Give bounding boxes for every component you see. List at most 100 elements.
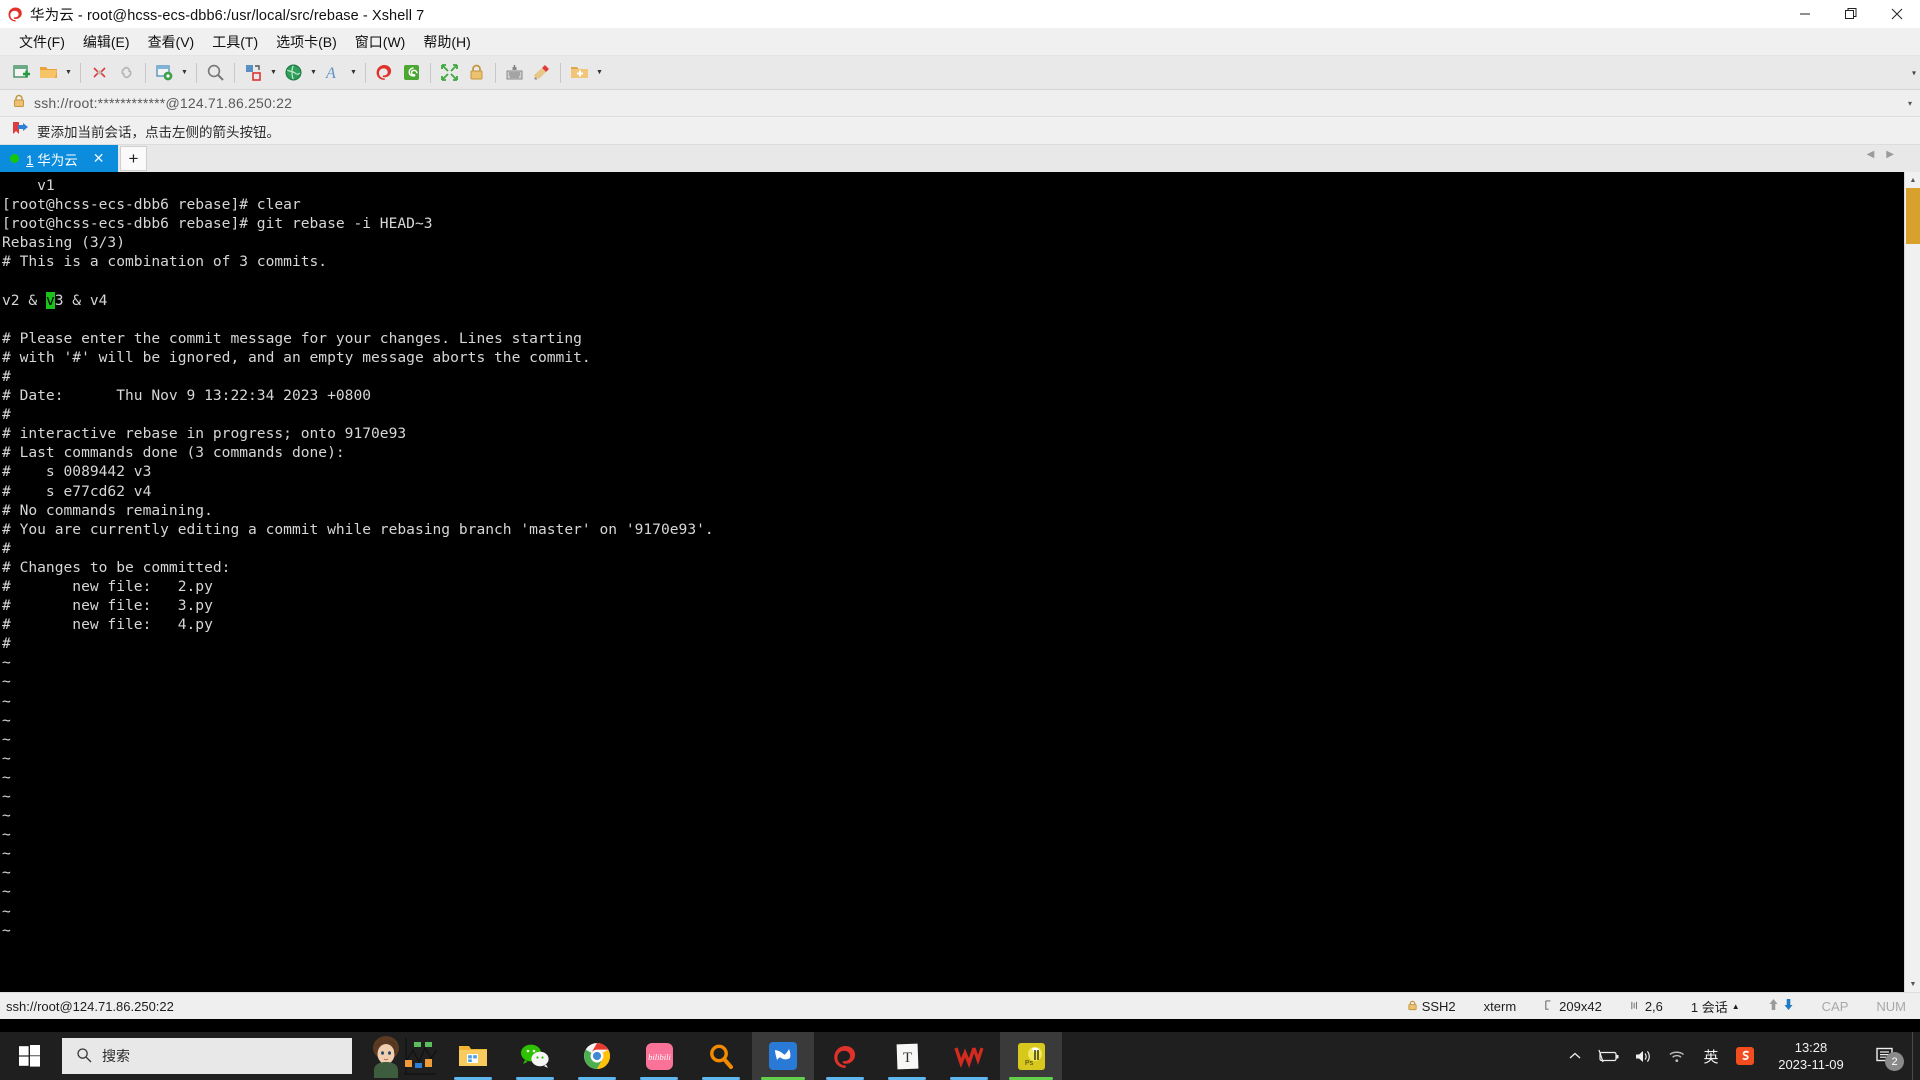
add-note-icon[interactable] xyxy=(566,60,593,86)
terminal-line: ~ xyxy=(2,730,11,748)
terminal-line: ~ xyxy=(2,654,11,672)
terminal-line: [root@hcss-ecs-dbb6 rebase]# clear xyxy=(2,196,301,214)
address-input[interactable]: ssh://root:************@124.71.86.250:22 xyxy=(34,95,292,111)
terminal-line: # s e77cd62 v4 xyxy=(2,482,152,500)
chevron-up-icon: ▲ xyxy=(1731,1001,1740,1011)
highlight-icon[interactable] xyxy=(528,60,555,86)
tab-close-icon[interactable]: ✕ xyxy=(93,150,105,167)
taskbar-app-wechat[interactable] xyxy=(504,1032,566,1080)
chevron-down-icon[interactable]: ▼ xyxy=(307,60,320,86)
menu-tools[interactable]: 工具(T) xyxy=(203,29,267,55)
chevron-down-icon[interactable]: ▼ xyxy=(178,60,191,86)
taskbar-app-bilibili[interactable]: bilibili xyxy=(628,1032,690,1080)
search-input[interactable]: 搜索 xyxy=(62,1038,352,1074)
status-sessions[interactable]: 1 会话 ▲ xyxy=(1677,997,1754,1016)
new-tab-button[interactable]: + xyxy=(120,146,147,171)
chevron-down-icon[interactable]: ▼ xyxy=(593,60,606,86)
taskbar-app-chrome[interactable] xyxy=(566,1032,628,1080)
taskbar-app-typora[interactable]: T xyxy=(876,1032,938,1080)
upload-arrow-icon xyxy=(1768,998,1779,1014)
terminal-output[interactable]: v1 [root@hcss-ecs-dbb6 rebase]# clear [roo… xyxy=(0,172,1920,992)
chevron-down-icon[interactable]: ▼ xyxy=(347,60,360,86)
status-bar: ssh://root@124.71.86.250:22 SSH2 xterm 2… xyxy=(0,992,1920,1019)
status-transfer xyxy=(1754,998,1808,1014)
terminal-line: # with '#' will be ignored, and an empty… xyxy=(2,348,591,366)
lock-icon[interactable] xyxy=(463,60,490,86)
menu-window[interactable]: 窗口(W) xyxy=(346,29,415,55)
new-session-icon[interactable] xyxy=(8,60,35,86)
chevron-down-icon[interactable]: ▼ xyxy=(62,60,75,86)
scroll-up-arrow-icon[interactable]: ▲ xyxy=(1905,172,1920,188)
address-bar[interactable]: ssh://root:************@124.71.86.250:22… xyxy=(0,90,1920,117)
terminal-scrollbar[interactable]: ▲ ▼ xyxy=(1904,172,1920,992)
search-icon[interactable] xyxy=(202,60,229,86)
tab-label: 1 华为云 xyxy=(26,152,78,168)
close-button[interactable] xyxy=(1874,0,1920,29)
wifi-icon[interactable] xyxy=(1660,1032,1694,1080)
taskbar-app-photoshop[interactable]: Ps xyxy=(1000,1032,1062,1080)
toolbar-overflow-caret[interactable]: ▾ xyxy=(1912,68,1916,77)
tab-scroll-left-icon[interactable]: ◀ xyxy=(1867,149,1875,160)
terminal-line: # new file: 4.py xyxy=(2,616,213,634)
xftp-icon[interactable] xyxy=(398,60,425,86)
taskbar-clock[interactable]: 13:28 2023-11-09 xyxy=(1762,1039,1860,1073)
menu-file[interactable]: 文件(F) xyxy=(10,29,74,55)
transfer-file-icon[interactable] xyxy=(240,60,267,86)
divider xyxy=(430,62,431,83)
disconnect-icon[interactable] xyxy=(86,60,113,86)
terminal-line: # s 0089442 v3 xyxy=(2,463,152,481)
system-tray: 英 13:28 2023-11-09 2 xyxy=(1558,1032,1920,1080)
battery-icon[interactable] xyxy=(1592,1032,1626,1080)
status-size: 209x42 xyxy=(1530,999,1616,1014)
notice-bar: 要添加当前会话，点击左侧的箭头按钮。 xyxy=(0,117,1920,145)
minimize-button[interactable] xyxy=(1782,0,1828,29)
svg-text:bilibili: bilibili xyxy=(648,1052,671,1062)
open-folder-icon[interactable] xyxy=(35,60,62,86)
taskbar-app-foxmail[interactable] xyxy=(752,1032,814,1080)
sogou-icon[interactable] xyxy=(1728,1032,1762,1080)
taskbar-app-cortana-avatar[interactable] xyxy=(356,1032,442,1080)
menu-view[interactable]: 查看(V) xyxy=(139,29,204,55)
menu-tabs[interactable]: 选项卡(B) xyxy=(267,29,346,55)
search-placeholder: 搜索 xyxy=(102,1048,130,1064)
show-desktop-button[interactable] xyxy=(1912,1032,1920,1080)
taskbar-app-file-explorer[interactable] xyxy=(442,1032,504,1080)
divider xyxy=(234,62,235,83)
taskbar-app-wps[interactable] xyxy=(938,1032,1000,1080)
taskbar-app-everything[interactable] xyxy=(690,1032,752,1080)
divider xyxy=(560,62,561,83)
font-icon[interactable]: A xyxy=(320,60,347,86)
menu-edit[interactable]: 编辑(E) xyxy=(74,29,139,55)
session-properties-icon[interactable] xyxy=(151,60,178,86)
ime-indicator[interactable]: 英 xyxy=(1694,1032,1728,1080)
scroll-down-arrow-icon[interactable]: ▼ xyxy=(1905,976,1920,992)
terminal-line: # You are currently editing a commit whi… xyxy=(2,520,714,538)
tab-scroll-right-icon[interactable]: ▶ xyxy=(1886,149,1894,160)
xshell-icon[interactable] xyxy=(371,60,398,86)
windows-taskbar: 搜索 bilibili T Ps 英 13:28 2023-11-09 2 xyxy=(0,1032,1920,1080)
terminal-line: # interactive rebase in progress; onto 9… xyxy=(2,425,407,443)
terminal-line: ~ xyxy=(2,788,11,805)
toolbar: ▼ ▼ ▼ ▼ A ▼ ▼ ▾ xyxy=(0,56,1920,90)
chevron-down-icon[interactable]: ▼ xyxy=(267,60,280,86)
status-num-lock: NUM xyxy=(1876,998,1906,1014)
tab-scrollers: ◀ ▶ xyxy=(1867,149,1894,160)
action-center-icon[interactable]: 2 xyxy=(1860,1032,1912,1080)
maximize-button[interactable] xyxy=(1828,0,1874,29)
terminal-line: # xyxy=(2,635,11,653)
windows-start-icon[interactable] xyxy=(0,1032,60,1080)
chevron-down-icon[interactable]: ▾ xyxy=(1908,99,1912,108)
chevron-up-icon[interactable] xyxy=(1558,1032,1592,1080)
taskbar-app-xshell[interactable] xyxy=(814,1032,876,1080)
divider xyxy=(495,62,496,83)
fullscreen-icon[interactable] xyxy=(436,60,463,86)
speaker-icon[interactable] xyxy=(1626,1032,1660,1080)
scrollbar-thumb[interactable] xyxy=(1906,188,1920,244)
tab-huaweicloud[interactable]: 1 华为云 ✕ xyxy=(0,145,118,172)
menu-help[interactable]: 帮助(H) xyxy=(414,29,479,55)
taskbar-apps: bilibili T Ps xyxy=(356,1032,1062,1080)
keyboard-icon[interactable] xyxy=(501,60,528,86)
link-icon[interactable] xyxy=(113,60,140,86)
globe-icon[interactable] xyxy=(280,60,307,86)
